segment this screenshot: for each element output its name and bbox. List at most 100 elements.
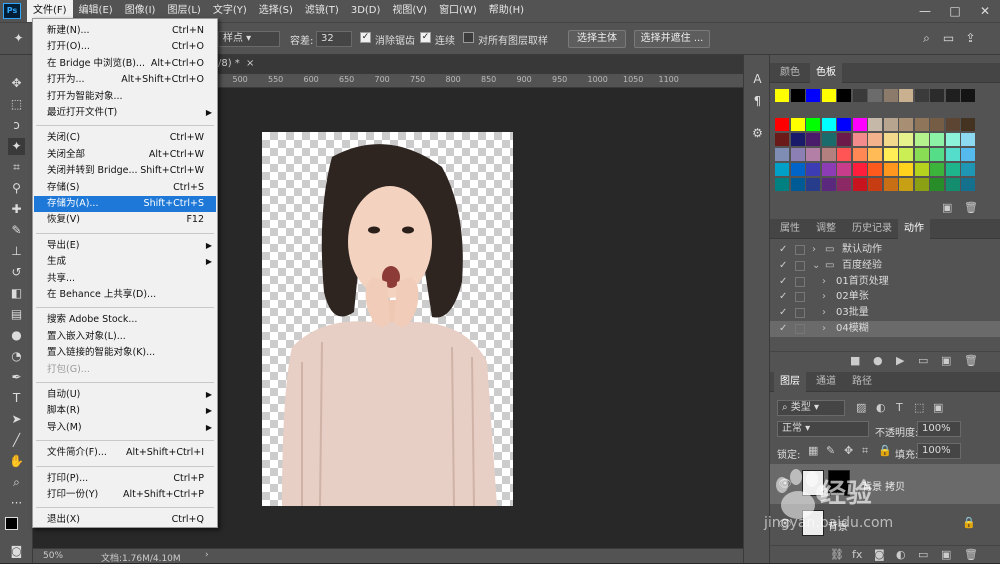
color-swatch[interactable] <box>775 133 789 146</box>
minimize-button[interactable]: — <box>910 0 940 22</box>
visibility-eye-icon[interactable]: 👁 <box>778 517 792 530</box>
color-swatch[interactable] <box>914 148 929 161</box>
action-toggle-icon[interactable]: ✓ <box>779 289 787 305</box>
layer-style-icon[interactable]: fx <box>852 548 862 561</box>
color-swatch[interactable] <box>837 178 851 191</box>
new-action-icon[interactable]: ▣ <box>941 354 951 367</box>
file-menu-item[interactable]: 新建(N)... Ctrl+N <box>34 23 216 39</box>
file-menu-item[interactable]: 恢复(V) F12 <box>34 212 216 228</box>
color-swatch[interactable] <box>868 133 882 146</box>
filter-smart-icon[interactable]: ▣ <box>933 401 943 414</box>
color-swatch[interactable] <box>821 118 836 131</box>
file-menu-item[interactable]: 最近打开文件(T) ▶ <box>34 105 216 121</box>
color-swatch[interactable] <box>883 163 898 176</box>
color-swatch[interactable] <box>945 133 960 146</box>
tab-swatches[interactable]: 色板 <box>810 63 842 83</box>
color-swatch[interactable] <box>868 178 882 191</box>
lock-all-icon[interactable]: 🔒 <box>878 444 892 457</box>
color-swatch[interactable] <box>961 133 975 146</box>
expand-chevron-icon[interactable]: › <box>812 242 816 258</box>
color-swatch[interactable] <box>899 163 913 176</box>
color-swatch[interactable] <box>930 133 944 146</box>
new-group-icon[interactable]: ▭ <box>918 548 928 561</box>
lasso-tool-icon[interactable]: ↄ <box>8 117 25 134</box>
magic-wand-tool-icon[interactable]: ✦ <box>8 138 25 155</box>
color-swatch[interactable] <box>883 178 898 191</box>
expand-chevron-icon[interactable]: › <box>822 289 826 305</box>
color-swatch[interactable] <box>961 148 975 161</box>
select-and-mask-button[interactable]: 选择并遮住 ... <box>634 30 710 48</box>
color-swatch[interactable] <box>945 89 960 102</box>
color-swatch[interactable] <box>790 118 805 131</box>
color-swatch[interactable] <box>930 148 944 161</box>
color-swatch[interactable] <box>821 89 836 102</box>
file-menu-item[interactable]: 导入(M) ▶ <box>34 420 216 436</box>
delete-layer-icon[interactable]: 🗑 <box>964 548 978 561</box>
file-menu-item[interactable]: 共享... <box>34 271 216 287</box>
dialog-toggle-icon[interactable] <box>795 292 805 303</box>
color-swatch[interactable] <box>945 178 960 191</box>
color-swatch[interactable] <box>775 118 789 131</box>
color-swatch[interactable] <box>930 89 944 102</box>
eyedropper-tool-icon[interactable]: ⚲ <box>8 180 25 197</box>
color-swatch[interactable] <box>775 178 789 191</box>
file-menu-item[interactable]: 搜索 Adobe Stock... <box>34 312 216 328</box>
magic-wand-icon[interactable]: ✦ <box>10 30 27 47</box>
opacity-input[interactable]: 100% <box>917 421 961 437</box>
lock-paint-icon[interactable]: ✎ <box>826 444 835 457</box>
color-swatch[interactable] <box>821 178 836 191</box>
dodge-tool-icon[interactable]: ◔ <box>8 348 25 365</box>
tab-paths[interactable]: 路径 <box>846 372 878 392</box>
menu-10[interactable]: 帮助(H) <box>483 0 530 22</box>
color-swatch[interactable] <box>914 163 929 176</box>
layer-row[interactable]: 👁 背景 🔒 <box>770 504 1000 544</box>
color-swatch[interactable] <box>899 148 913 161</box>
action-row[interactable]: ✓ › 02单张 <box>770 289 1000 305</box>
type-tool-icon[interactable]: T <box>8 390 25 407</box>
filter-adjust-icon[interactable]: ◐ <box>876 401 886 414</box>
new-swatch-icon[interactable]: ▣ <box>942 201 952 214</box>
color-swatch[interactable] <box>790 163 805 176</box>
workspace-icon[interactable]: ▭ <box>940 30 957 47</box>
color-swatch[interactable] <box>852 133 867 146</box>
file-menu-item[interactable]: 存储(S) Ctrl+S <box>34 180 216 196</box>
action-toggle-icon[interactable]: ✓ <box>779 242 787 258</box>
pen-tool-icon[interactable]: ✒ <box>8 369 25 386</box>
document-tab-close[interactable]: × <box>246 58 254 69</box>
dialog-toggle-icon[interactable] <box>795 245 805 255</box>
file-menu-item[interactable]: 在 Behance 上共享(D)... <box>34 287 216 303</box>
all-layers-checkbox[interactable] <box>463 32 474 43</box>
color-swatch[interactable] <box>852 178 867 191</box>
adjustment-layer-icon[interactable]: ◐ <box>896 548 906 561</box>
file-menu-item[interactable]: 打开为智能对象... <box>34 89 216 105</box>
color-swatch[interactable] <box>837 118 851 131</box>
delete-swatch-icon[interactable]: 🗑 <box>964 201 978 214</box>
expand-chevron-icon[interactable]: ⌄ <box>812 258 820 274</box>
file-menu-item[interactable]: 退出(X) Ctrl+Q <box>34 512 216 528</box>
move-tool-icon[interactable]: ✥ <box>8 75 25 92</box>
color-swatch[interactable] <box>914 118 929 131</box>
file-menu-item[interactable]: 打开为... Alt+Shift+Ctrl+O <box>34 72 216 88</box>
file-menu-item[interactable]: 生成 ▶ <box>34 254 216 270</box>
file-menu-item[interactable]: 关闭并转到 Bridge... Shift+Ctrl+W <box>34 163 216 179</box>
layer-name[interactable]: 背景 <box>828 518 848 533</box>
menu-7[interactable]: 3D(D) <box>345 0 387 22</box>
color-swatch[interactable] <box>899 178 913 191</box>
color-swatch[interactable] <box>899 89 913 102</box>
play-icon[interactable]: ▶ <box>896 354 904 367</box>
menu-6[interactable]: 滤镜(T) <box>299 0 345 22</box>
path-selection-tool-icon[interactable]: ➤ <box>8 411 25 428</box>
color-swatch[interactable] <box>961 118 975 131</box>
color-swatch[interactable] <box>961 89 975 102</box>
file-menu-item[interactable]: 脚本(R) ▶ <box>34 403 216 419</box>
link-layers-icon[interactable]: ⛓ <box>830 548 844 561</box>
filter-type-icon[interactable]: T <box>896 401 903 414</box>
layer-row[interactable]: 👁 背景 拷贝 <box>770 464 1000 504</box>
menu-5[interactable]: 选择(S) <box>253 0 299 22</box>
color-swatch[interactable] <box>868 163 882 176</box>
tab-channels[interactable]: 通道 <box>810 372 842 392</box>
dialog-toggle-icon[interactable] <box>795 308 805 319</box>
color-swatch[interactable] <box>852 89 867 102</box>
file-menu-item[interactable]: 打印(P)... Ctrl+P <box>34 471 216 487</box>
color-swatch[interactable] <box>806 163 820 176</box>
